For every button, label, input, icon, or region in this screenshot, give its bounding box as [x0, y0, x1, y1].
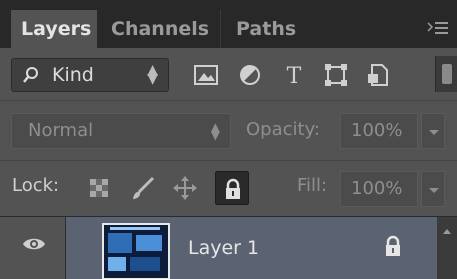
opacity-field[interactable]: 100% [340, 113, 418, 149]
blend-row: Normal ▲ ▼ Opacity: 100% [0, 100, 457, 160]
opacity-label: Opacity: [246, 119, 320, 140]
lock-position-icon[interactable] [172, 175, 198, 201]
opacity-dropdown-button[interactable] [421, 113, 445, 149]
lock-image-pixels-icon[interactable] [130, 175, 156, 201]
blend-mode-value: Normal [28, 120, 94, 141]
svg-text:T: T [287, 64, 302, 88]
fill-dropdown-button[interactable] [421, 171, 445, 207]
adjustment-filter-icon[interactable] [236, 62, 264, 88]
fill-field[interactable]: 100% [340, 171, 418, 207]
eye-icon [23, 238, 45, 250]
kind-label: Kind [52, 64, 94, 86]
type-filter-icon[interactable]: T [280, 62, 308, 89]
layer-name[interactable]: Layer 1 [188, 237, 259, 259]
image-filter-icon[interactable] [192, 62, 220, 88]
blend-mode-select[interactable]: Normal ▲ ▼ [11, 113, 231, 149]
filter-toggle-switch[interactable] [435, 56, 457, 92]
kind-select[interactable]: Kind ▲ ▼ [11, 58, 169, 92]
layer-item-selected[interactable]: Layer 1 [66, 217, 437, 279]
smart-object-filter-icon[interactable] [364, 62, 392, 88]
layer-thumbnail [102, 223, 170, 279]
search-icon [22, 65, 40, 85]
fill-value: 100% [351, 178, 403, 199]
lock-all-button[interactable] [215, 171, 249, 205]
updown-arrows-icon: ▲ ▼ [210, 120, 220, 142]
filter-row: Kind ▲ ▼ T [0, 48, 457, 100]
updown-arrows-icon: ▲ ▼ [147, 62, 158, 87]
fill-label: Fill: [297, 175, 328, 196]
lock-transparent-pixels-icon[interactable] [86, 175, 112, 201]
lock-icon [226, 178, 240, 199]
visibility-toggle[interactable] [0, 217, 66, 279]
opacity-value: 100% [351, 120, 403, 141]
scrollbar[interactable] [437, 217, 457, 279]
layer-row[interactable]: Layer 1 [0, 216, 457, 279]
shape-filter-icon[interactable] [322, 62, 350, 88]
tab-layers[interactable]: Layers [11, 10, 97, 48]
tab-paths[interactable]: Paths [226, 10, 306, 48]
tab-channels[interactable]: Channels [101, 10, 221, 48]
lock-label: Lock: [12, 175, 60, 196]
panel-tab-bar: Layers Channels Paths [0, 0, 457, 48]
lock-row: Lock: Fill: 100% [0, 160, 457, 216]
lock-icon [386, 235, 400, 256]
panel-menu-icon[interactable] [427, 20, 449, 36]
